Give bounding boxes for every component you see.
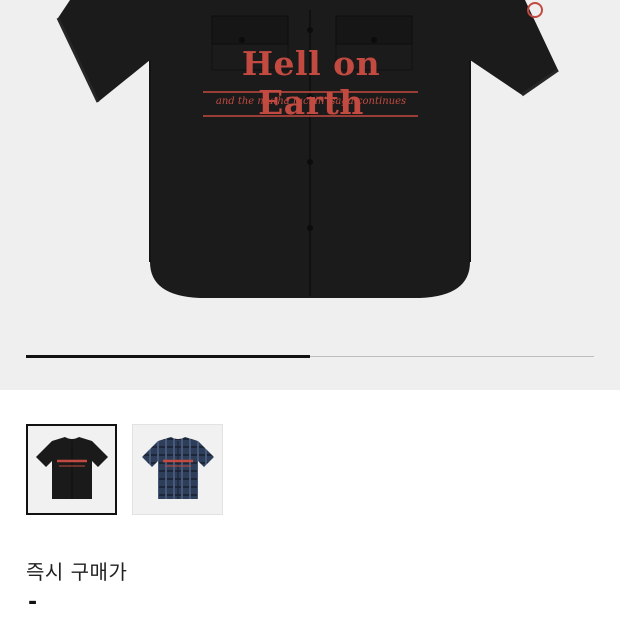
thumbnail-black-shirt-image	[35, 436, 108, 499]
instant-buy-price-value: -	[28, 590, 38, 615]
image-progress-fill	[26, 355, 310, 358]
thumbnail-plaid-shirt-image	[141, 436, 214, 499]
thumbnail-black-shirt[interactable]	[26, 424, 117, 515]
shirt-graphic-subtitle: and the mutha fuckin' saga continues	[215, 96, 407, 107]
shirt-graphic-title: Hell on Earth	[241, 44, 381, 122]
thumbnail-plaid-shirt[interactable]	[132, 424, 223, 515]
instant-buy-price-label: 즉시 구매가	[26, 560, 128, 584]
image-progress-bar	[26, 355, 594, 358]
product-image-viewer[interactable]: Hell on Earth and the mutha fuckin' saga…	[0, 0, 620, 390]
